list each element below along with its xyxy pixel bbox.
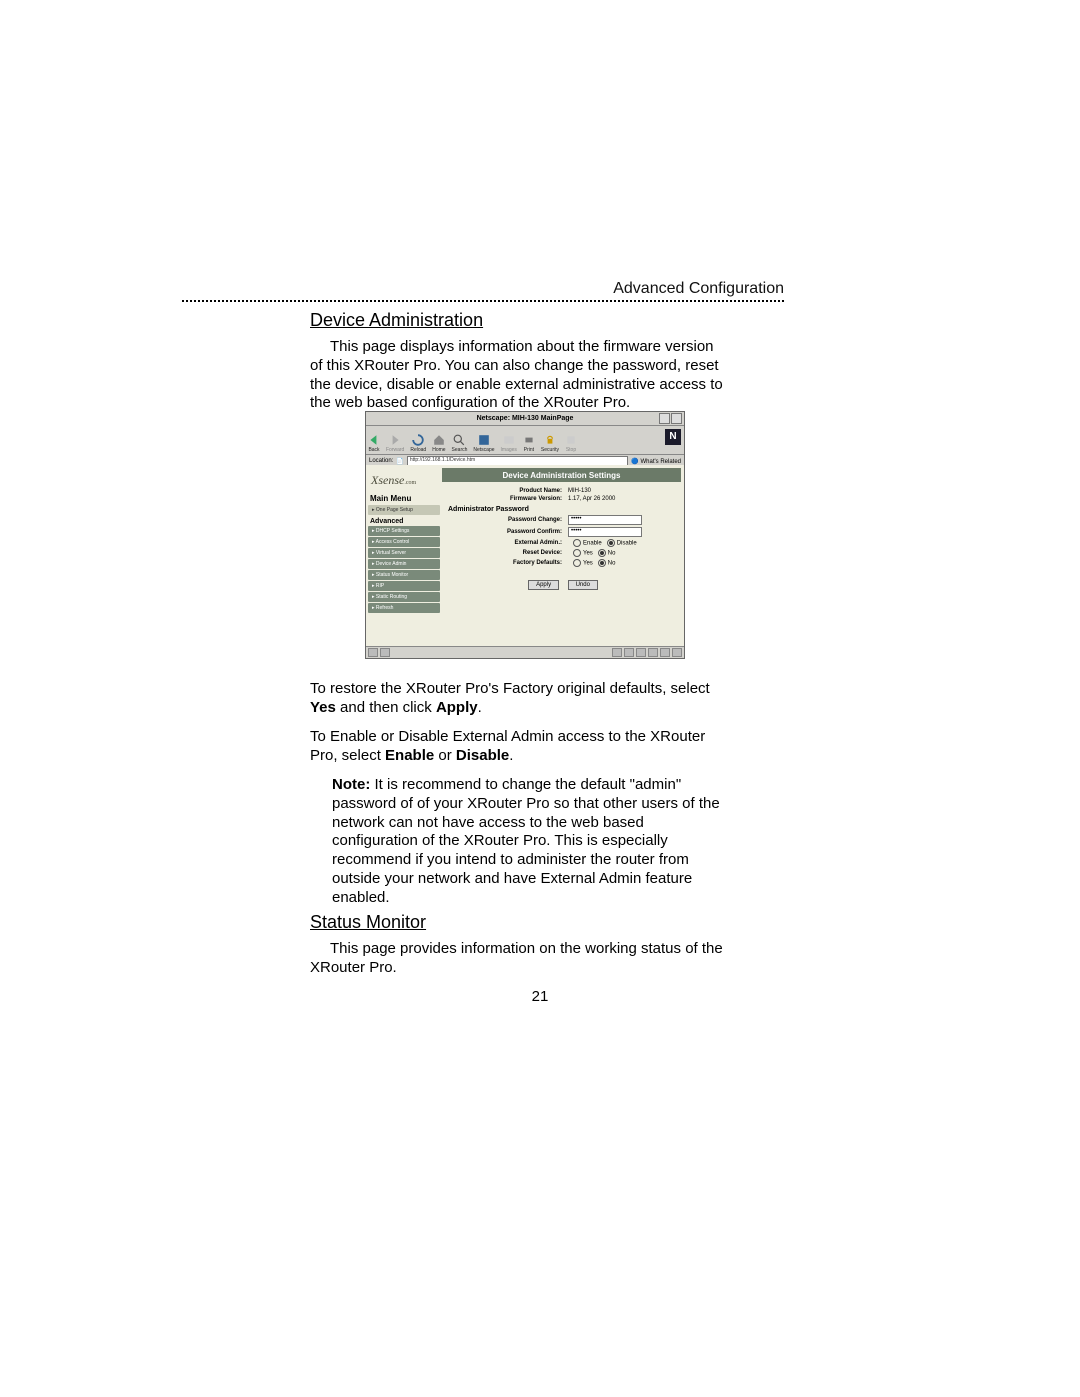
factory-no-radio[interactable] <box>598 559 606 567</box>
netscape-button[interactable]: Netscape <box>473 434 494 453</box>
admin-password-section: Administrator Password <box>448 506 684 513</box>
menu-dhcp-settings[interactable]: ▸ DHCP Settings <box>368 526 440 536</box>
window-zoom-icon[interactable] <box>671 413 682 424</box>
reload-button[interactable]: Reload <box>410 434 426 453</box>
firmware-label: Firmware Version: <box>442 496 568 502</box>
status-monitor-intro: This page provides information on the wo… <box>310 940 730 978</box>
status-icon <box>612 648 622 657</box>
status-icon <box>672 648 682 657</box>
heading-status-monitor: Status Monitor <box>310 912 426 933</box>
menu-access-control[interactable]: ▸ Access Control <box>368 537 440 547</box>
menu-refresh[interactable]: ▸ Refresh <box>368 603 440 613</box>
product-name-label: Product Name: <box>442 488 568 494</box>
restore-paragraph: To restore the XRouter Pro's Factory ori… <box>310 680 730 718</box>
menu-heading-main: Main Menu <box>370 494 440 503</box>
menu-rip[interactable]: ▸ RIP <box>368 581 440 591</box>
home-button[interactable]: Home <box>432 434 445 453</box>
brand-logo: Xsense.com <box>371 473 440 488</box>
reset-no-radio[interactable] <box>598 549 606 557</box>
device-admin-intro: This page displays information about the… <box>310 338 730 413</box>
whats-related[interactable]: 🔵 What's Related <box>631 458 681 465</box>
ext-admin-enable-radio[interactable] <box>573 539 581 547</box>
browser-statusbar <box>366 646 684 658</box>
ext-admin-label: External Admin.: <box>442 540 568 546</box>
location-label: Location: <box>369 458 393 464</box>
forward-button[interactable]: Forward <box>386 434 404 453</box>
window-title: Netscape: MIH-130 MainPage <box>477 415 574 422</box>
factory-no-text: No <box>608 561 616 567</box>
netscape-logo-icon: N <box>665 429 681 445</box>
firmware-value: 1.17, Apr 26 2000 <box>568 496 615 502</box>
print-button[interactable]: Print <box>523 434 535 453</box>
factory-defaults-label: Factory Defaults: <box>442 560 568 566</box>
reset-yes-text: Yes <box>583 551 593 557</box>
factory-yes-radio[interactable] <box>573 559 581 567</box>
ext-admin-disable-radio[interactable] <box>607 539 615 547</box>
external-admin-paragraph: To Enable or Disable External Admin acce… <box>310 728 730 766</box>
search-button[interactable]: Search <box>452 434 468 453</box>
netscape-screenshot: Netscape: MIH-130 MainPage Back Forward … <box>365 411 685 659</box>
pw-change-input[interactable]: ••••• <box>568 515 642 525</box>
reset-no-text: No <box>608 551 616 557</box>
sidebar: Xsense.com Main Menu ▸ One Page Setup Ad… <box>366 465 442 646</box>
pw-confirm-input[interactable]: ••••• <box>568 527 642 537</box>
back-button[interactable]: Back <box>368 434 380 453</box>
note-paragraph: Note: It is recommend to change the defa… <box>332 776 722 907</box>
pw-confirm-label: Password Confirm: <box>442 529 568 535</box>
stop-button[interactable]: Stop <box>565 434 577 453</box>
reset-yes-radio[interactable] <box>573 549 581 557</box>
reset-device-label: Reset Device: <box>442 550 568 556</box>
window-titlebar: Netscape: MIH-130 MainPage <box>366 412 684 426</box>
status-icon <box>380 648 390 657</box>
security-button[interactable]: Security <box>541 434 559 453</box>
status-icon <box>624 648 634 657</box>
status-icon <box>660 648 670 657</box>
menu-device-admin[interactable]: ▸ Device Admin <box>368 559 440 569</box>
status-icon <box>368 648 378 657</box>
section-header: Advanced Configuration <box>613 280 784 298</box>
images-button[interactable]: Images <box>501 434 517 453</box>
menu-status-monitor[interactable]: ▸ Status Monitor <box>368 570 440 580</box>
status-icon <box>636 648 646 657</box>
settings-panel: Device Administration Settings Product N… <box>442 465 684 646</box>
product-name-value: MIH-130 <box>568 488 591 494</box>
document-page: Advanced Configuration Device Administra… <box>0 0 1080 1397</box>
apply-button[interactable]: Apply <box>528 580 559 590</box>
menu-one-page-setup[interactable]: ▸ One Page Setup <box>368 505 440 515</box>
pw-change-label: Password Change: <box>442 517 568 523</box>
ext-admin-enable-text: Enable <box>583 541 602 547</box>
page-number: 21 <box>0 988 1080 1005</box>
page-content: Xsense.com Main Menu ▸ One Page Setup Ad… <box>366 465 684 646</box>
window-collapse-icon[interactable] <box>659 413 670 424</box>
status-icon <box>648 648 658 657</box>
factory-yes-text: Yes <box>583 561 593 567</box>
panel-banner: Device Administration Settings <box>442 468 681 482</box>
menu-heading-advanced: Advanced <box>370 518 440 525</box>
ext-admin-disable-text: Disable <box>617 541 637 547</box>
header-rule <box>182 300 784 302</box>
menu-virtual-server[interactable]: ▸ Virtual Server <box>368 548 440 558</box>
undo-button[interactable]: Undo <box>568 580 598 590</box>
heading-device-admin: Device Administration <box>310 310 483 331</box>
browser-toolbar: Back Forward Reload Home Search Netscape… <box>366 426 684 455</box>
menu-static-routing[interactable]: ▸ Static Routing <box>368 592 440 602</box>
